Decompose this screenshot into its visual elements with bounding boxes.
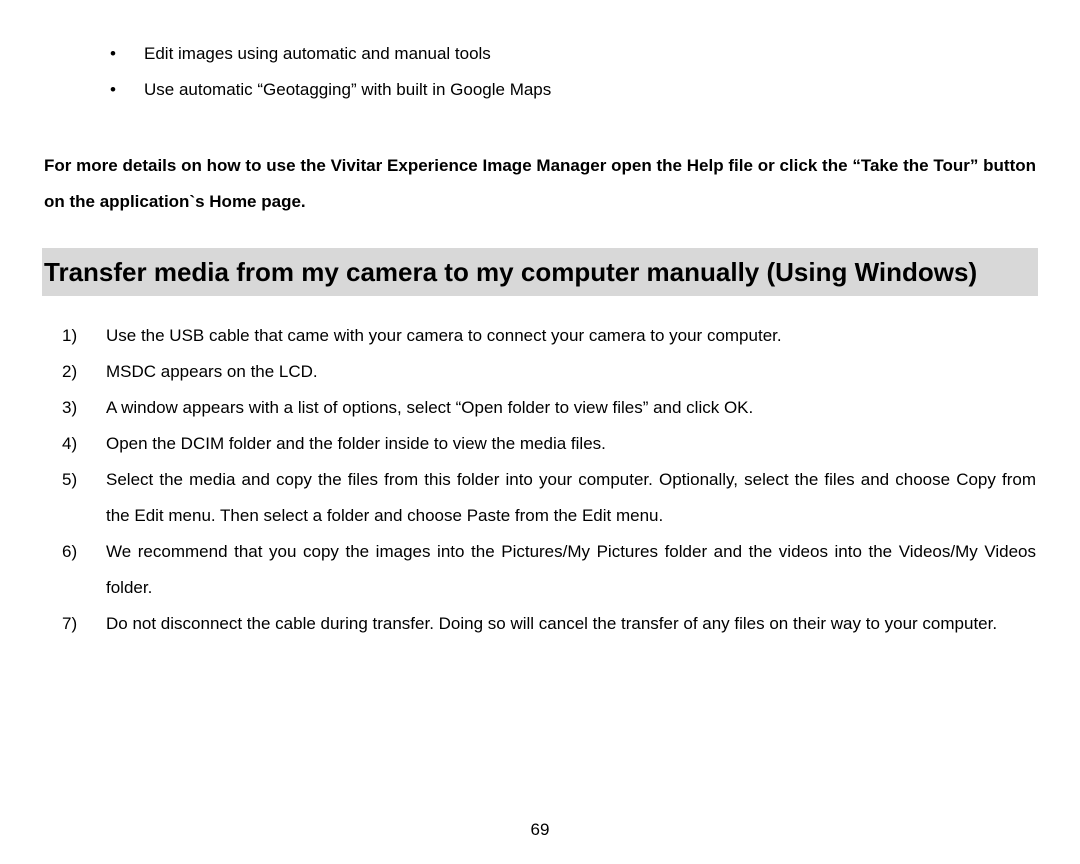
step-item: Use the USB cable that came with your ca… — [62, 318, 1036, 354]
details-paragraph: For more details on how to use the Vivit… — [44, 148, 1036, 220]
steps-list: Use the USB cable that came with your ca… — [44, 318, 1036, 642]
feature-bullet-list: Edit images using automatic and manual t… — [44, 36, 1036, 108]
step-item: Select the media and copy the files from… — [62, 462, 1036, 534]
step-item: A window appears with a list of options,… — [62, 390, 1036, 426]
step-item: We recommend that you copy the images in… — [62, 534, 1036, 606]
section-heading: Transfer media from my camera to my comp… — [42, 248, 1038, 296]
bullet-item: Edit images using automatic and manual t… — [144, 36, 1036, 72]
step-item: Open the DCIM folder and the folder insi… — [62, 426, 1036, 462]
step-item: MSDC appears on the LCD. — [62, 354, 1036, 390]
document-page: Edit images using automatic and manual t… — [0, 0, 1080, 642]
step-item: Do not disconnect the cable during trans… — [62, 606, 1036, 642]
page-number: 69 — [0, 820, 1080, 840]
bullet-item: Use automatic “Geotagging” with built in… — [144, 72, 1036, 108]
